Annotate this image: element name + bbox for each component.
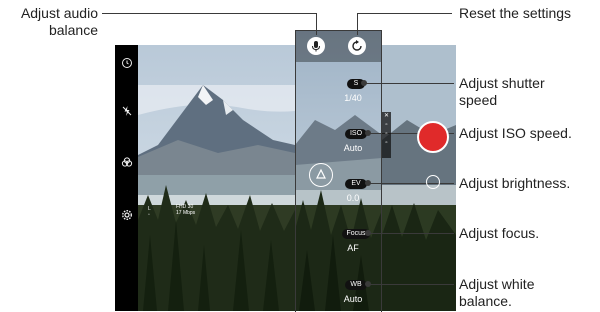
capture-button[interactable] [426, 175, 440, 189]
reset-icon [352, 40, 362, 51]
quick-settings-strip[interactable]: ✕ ▫ ▫ ▫ [382, 112, 391, 158]
reset-settings-button[interactable] [348, 37, 366, 55]
callout-line-shutter [364, 83, 454, 84]
callout-iso-speed: Adjust ISO speed. [459, 125, 572, 141]
callout-line-ev [368, 183, 454, 184]
callout-shutter-speed: Adjust shutter speed [459, 75, 545, 108]
camera-preview-image [138, 45, 295, 311]
camera-sidebar [115, 45, 138, 311]
audio-balance-button[interactable] [307, 37, 325, 55]
gear-icon[interactable] [121, 209, 133, 221]
white-balance-label[interactable]: WB [345, 280, 367, 290]
callout-audio-balance: Adjust audio balance [20, 5, 98, 38]
callout-line-reset-drop [357, 13, 358, 35]
microphone-icon [312, 41, 320, 52]
mode-indicator: L ▫ [148, 206, 151, 218]
effects-icon[interactable] [121, 156, 133, 168]
ev-label[interactable]: EV [345, 179, 367, 189]
record-button[interactable] [417, 121, 449, 153]
manual-control-panel: S 1/40 ISO Auto EV 0.0 Focus AF WB Auto [295, 30, 382, 311]
callout-line-audio-drop [316, 13, 317, 35]
callout-line-reset [357, 13, 452, 14]
ev-value[interactable]: 0.0 [333, 193, 373, 203]
flash-off-icon[interactable] [121, 105, 133, 117]
white-balance-value[interactable]: Auto [333, 294, 373, 304]
callout-brightness: Adjust brightness. [459, 175, 571, 191]
bitrate-line: 17 Mbps [176, 210, 196, 216]
callout-line-focus [368, 233, 454, 234]
callout-reset-settings: Reset the settings [459, 5, 572, 21]
callout-focus: Adjust focus. [459, 225, 540, 241]
shutter-speed-value[interactable]: 1/40 [333, 93, 373, 103]
iso-value[interactable]: Auto [333, 143, 373, 153]
timer-icon[interactable] [121, 57, 133, 69]
callout-line-audio [102, 13, 317, 14]
callout-line-wb [368, 284, 454, 285]
focus-peaking-icon[interactable] [309, 163, 333, 187]
callout-white-balance: Adjust white balance. [459, 276, 535, 309]
focus-value[interactable]: AF [333, 243, 373, 253]
iso-label[interactable]: ISO [345, 129, 367, 139]
camera-preview-right [382, 45, 456, 311]
video-resolution-info: FHD 30 17 Mbps [176, 204, 195, 216]
